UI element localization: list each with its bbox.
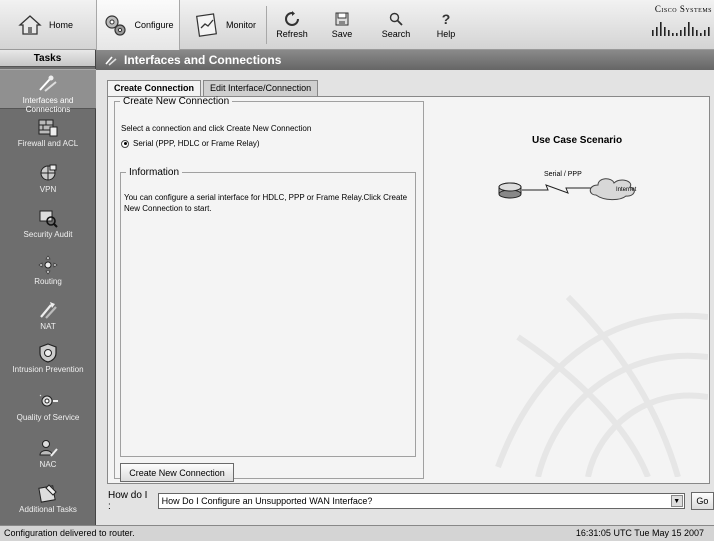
home-button[interactable]: Home: [6, 0, 84, 50]
search-button[interactable]: Search: [374, 0, 418, 50]
create-new-connection-button[interactable]: Create New Connection: [120, 463, 234, 482]
tab-edit-interface-connection[interactable]: Edit Interface/Connection: [203, 80, 319, 96]
task-vpn[interactable]: VPN: [0, 162, 96, 202]
toolbar: Home Configure Monitor Refresh Save Sear…: [0, 0, 714, 50]
task-label: Routing: [34, 277, 62, 286]
task-intrusion-prevention[interactable]: Intrusion Prevention: [0, 342, 96, 382]
tab-panel: Create New Connection Select a connectio…: [107, 96, 710, 484]
brand-name: Cisco Systems: [654, 4, 712, 14]
use-case-diagram: [498, 178, 635, 201]
task-firewall-and-acl[interactable]: Firewall and ACL: [0, 116, 96, 156]
task-routing[interactable]: Routing: [0, 254, 96, 294]
intrusion-prevention-icon: [39, 343, 57, 363]
refresh-button[interactable]: Refresh: [270, 0, 314, 50]
save-label: Save: [331, 29, 353, 39]
task-label: Quality of Service: [16, 413, 80, 422]
brand-logo: Cisco Systems: [642, 4, 712, 46]
tab-strip: Create Connection Edit Interface/Connect…: [107, 80, 320, 97]
how-do-i-dropdown[interactable]: How Do I Configure an Unsupported WAN In…: [157, 493, 685, 509]
task-label: VPN: [39, 185, 57, 194]
task-interfaces-and-connections[interactable]: Interfaces and Connections: [0, 69, 96, 114]
serial-radio-button[interactable]: [121, 139, 129, 148]
status-message: Configuration delivered to router.: [4, 528, 135, 538]
qos-icon: [39, 394, 58, 407]
task-label: NAT: [40, 322, 56, 331]
tab-create-connection[interactable]: Create Connection: [107, 80, 202, 97]
search-label: Search: [381, 29, 411, 39]
toolbar-separator: [266, 6, 267, 44]
help-label: Help: [436, 29, 456, 39]
monitor-icon: [196, 13, 217, 37]
how-do-i-selected: How Do I Configure an Unsupported WAN In…: [161, 496, 373, 506]
globe-watermark: [495, 294, 708, 477]
help-button[interactable]: ? Help: [428, 0, 464, 50]
create-connection-group: Create New Connection Select a connectio…: [114, 96, 424, 482]
task-quality-of-service[interactable]: Quality of Service: [0, 390, 96, 430]
vpn-icon: [40, 164, 57, 181]
additional-tasks-icon: [38, 484, 57, 503]
serial-radio-label: Serial (PPP, HDLC or Frame Relay): [133, 139, 260, 148]
task-label: Additional Tasks: [19, 505, 77, 514]
save-icon: [335, 12, 349, 26]
information-group: Information You can configure a serial i…: [120, 167, 416, 457]
security-audit-icon: [39, 210, 58, 228]
router-icon: [498, 182, 522, 199]
serial-link-line: [522, 184, 592, 194]
create-connection-instruction: Select a connection and click Create New…: [121, 124, 312, 133]
home-label: Home: [48, 20, 73, 30]
dropdown-arrow-icon[interactable]: ▼: [670, 495, 683, 507]
information-text: You can configure a serial interface for…: [124, 193, 408, 213]
page-title-bar: Interfaces and Connections: [96, 50, 714, 70]
use-case-cloud-label: Internet: [616, 187, 637, 193]
configure-button[interactable]: Configure: [96, 0, 180, 50]
monitor-label: Monitor: [225, 20, 256, 30]
task-security-audit[interactable]: Security Audit: [0, 207, 96, 247]
content-area: Create Connection Edit Interface/Connect…: [96, 70, 714, 525]
task-additional-tasks[interactable]: Additional Tasks: [0, 482, 96, 522]
configure-icon: [105, 15, 127, 36]
svg-text:?: ?: [442, 11, 451, 27]
nac-icon: [39, 440, 58, 457]
brand-bars-icon: [652, 22, 710, 36]
firewall-icon: [38, 119, 58, 137]
interfaces-icon: [39, 75, 57, 92]
task-label: Security Audit: [23, 230, 73, 239]
task-label: Intrusion Prevention: [12, 365, 84, 374]
task-label: NAC: [39, 460, 57, 469]
information-legend: Information: [129, 167, 180, 178]
serial-radio-option[interactable]: Serial (PPP, HDLC or Frame Relay): [121, 139, 260, 148]
status-time: 16:31:05 UTC Tue May 15 2007: [575, 528, 704, 538]
configure-label: Configure: [134, 20, 174, 30]
refresh-label: Refresh: [276, 29, 308, 39]
tasks-header: Tasks: [0, 50, 95, 67]
tasks-pane: Tasks Interfaces and Connections Firewal…: [0, 50, 96, 525]
how-do-i-label: How do I :: [108, 490, 148, 512]
home-icon: [18, 15, 42, 35]
how-do-i-bar: How do I : How Do I Configure an Unsuppo…: [108, 490, 714, 512]
nat-icon: [40, 302, 57, 319]
task-nac[interactable]: NAC: [0, 437, 96, 477]
task-nat[interactable]: NAT: [0, 299, 96, 339]
help-icon: ?: [442, 11, 451, 27]
task-label: Interfaces and Connections: [22, 96, 74, 114]
routing-icon: [38, 255, 58, 275]
use-case-title: Use Case Scenario: [532, 135, 623, 146]
go-button[interactable]: Go: [690, 492, 714, 510]
monitor-button[interactable]: Monitor: [186, 0, 264, 50]
refresh-icon: [285, 11, 299, 26]
save-button[interactable]: Save: [320, 0, 364, 50]
page-title: Interfaces and Connections: [124, 53, 282, 67]
status-bar: Configuration delivered to router. 16:31…: [0, 525, 714, 541]
create-connection-legend: Create New Connection: [123, 96, 230, 107]
task-label: Firewall and ACL: [17, 139, 79, 148]
use-case-link-label: Serial / PPP: [544, 171, 582, 178]
search-icon: [389, 12, 403, 26]
interfaces-icon: [105, 56, 117, 66]
